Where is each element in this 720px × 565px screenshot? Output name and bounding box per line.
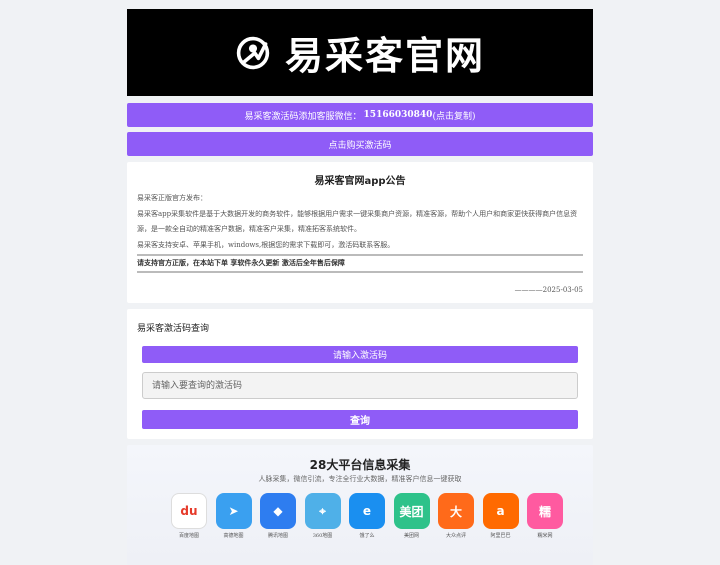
platform-app-item: e 饿了么 (345, 493, 389, 539)
platform-app-icon: 大 (438, 493, 474, 529)
platform-app-item: 大大众点评 (434, 493, 478, 539)
platform-app-icon: ◆ (260, 493, 296, 529)
platform-promo-banner: 28大平台信息采集 人脉采集，微信引流，专注全行业大数据，精准客户信息一键获取 … (127, 445, 593, 565)
platform-app-name: 阿里巴巴 (490, 533, 511, 539)
logo-mark-icon (236, 36, 270, 69)
activation-code-input[interactable] (142, 372, 578, 399)
platform-app-item: ➤ 高德地图 (212, 493, 256, 539)
wechat-suffix: (点击复制) (432, 111, 476, 122)
platform-app-name: 美团网 (403, 533, 419, 539)
announcement-title: 易采客官网app公告 (314, 176, 406, 187)
announcement-line: 易采客app采集软件是基于大数据开发的商务软件，能够根据用户需求一键采集商户资源… (137, 209, 578, 218)
page-container: 易采客官网 易采客激活码添加客服微信： 15166030840 (点击复制) 点… (127, 9, 593, 565)
platform-app-name: 腾讯地图 (267, 533, 288, 539)
brand-name: 易采客官网 (284, 34, 485, 78)
announcement-highlight: 请支持官方正版，在本站下单 享软件永久更新 激活后全年售后保障 (137, 258, 345, 267)
platform-app-icon: ➤ (215, 493, 252, 529)
announcement-card: 易采客官网app公告 易采客正版官方发布： 易采客app采集软件是基于大数据开发… (127, 162, 593, 303)
platform-app-name: 糯米网 (537, 533, 553, 539)
query-submit-button[interactable]: 查询 (142, 410, 578, 429)
enter-code-label-bar: 请输入激活码 (142, 346, 578, 363)
platform-app-item: ◆ 腾讯地图 (256, 493, 300, 539)
platform-app-name: 大众点评 (445, 533, 466, 539)
promo-subtitle: 人脉采集，微信引流，专注全行业大数据，精准客户信息一键获取 (258, 475, 462, 483)
query-title: 易采客激活码查询 (137, 324, 210, 334)
announcement-line: 易采客正版官方发布： (137, 194, 207, 202)
promo-title: 28大平台信息采集 (309, 458, 411, 472)
platform-app-icon: a (482, 493, 519, 529)
brand-banner: 易采客官网 (127, 9, 593, 96)
platform-app-item: 美团 美团网 (390, 493, 434, 539)
platform-app-list: du 百度地图 ➤ 高德地图 ◆ 腾讯地图 ⌖ 360地图 e 饿了么 美团 美团网大大众点评 a 阿里巴… (167, 493, 568, 539)
announcement-line: 易采客支持安卓、苹果手机，windows,根据您的需求下载即可，激活码联系客服。 (137, 240, 395, 249)
copy-wechat-button[interactable]: 易采客激活码添加客服微信： 15166030840 (点击复制) (127, 103, 593, 127)
announcement-line: 源，是一款全自动的精准客户数据，精准客户采集，精准拓客系统软件。 (137, 225, 361, 233)
platform-app-name: 饿了么 (359, 533, 375, 539)
platform-app-icon: 糯 (527, 493, 563, 529)
wechat-number: 15166030840 (363, 110, 433, 120)
platform-app-item: 糯糯米网 (523, 493, 567, 539)
platform-app-item: a 阿里巴巴 (479, 493, 523, 539)
platform-app-item: du 百度地图 (167, 493, 211, 539)
divider (137, 271, 583, 273)
platform-app-name: 百度地图 (178, 533, 199, 539)
platform-app-name: 高德地图 (223, 533, 244, 539)
platform-app-name: 360地图 (312, 533, 333, 539)
platform-app-icon: e (349, 493, 385, 529)
platform-app-icon: 美团 (393, 493, 430, 529)
platform-app-icon: du (171, 493, 207, 529)
activation-query-card: 易采客激活码查询 请输入激活码 查询 (127, 309, 593, 439)
announcement-date: ————2025-03-05 (514, 286, 583, 294)
buy-activation-code-button[interactable]: 点击购买激活码 (127, 132, 593, 156)
wechat-prefix: 易采客激活码添加客服微信： (244, 111, 362, 122)
platform-app-icon: ⌖ (304, 493, 341, 529)
platform-app-item: ⌖ 360地图 (301, 493, 345, 539)
